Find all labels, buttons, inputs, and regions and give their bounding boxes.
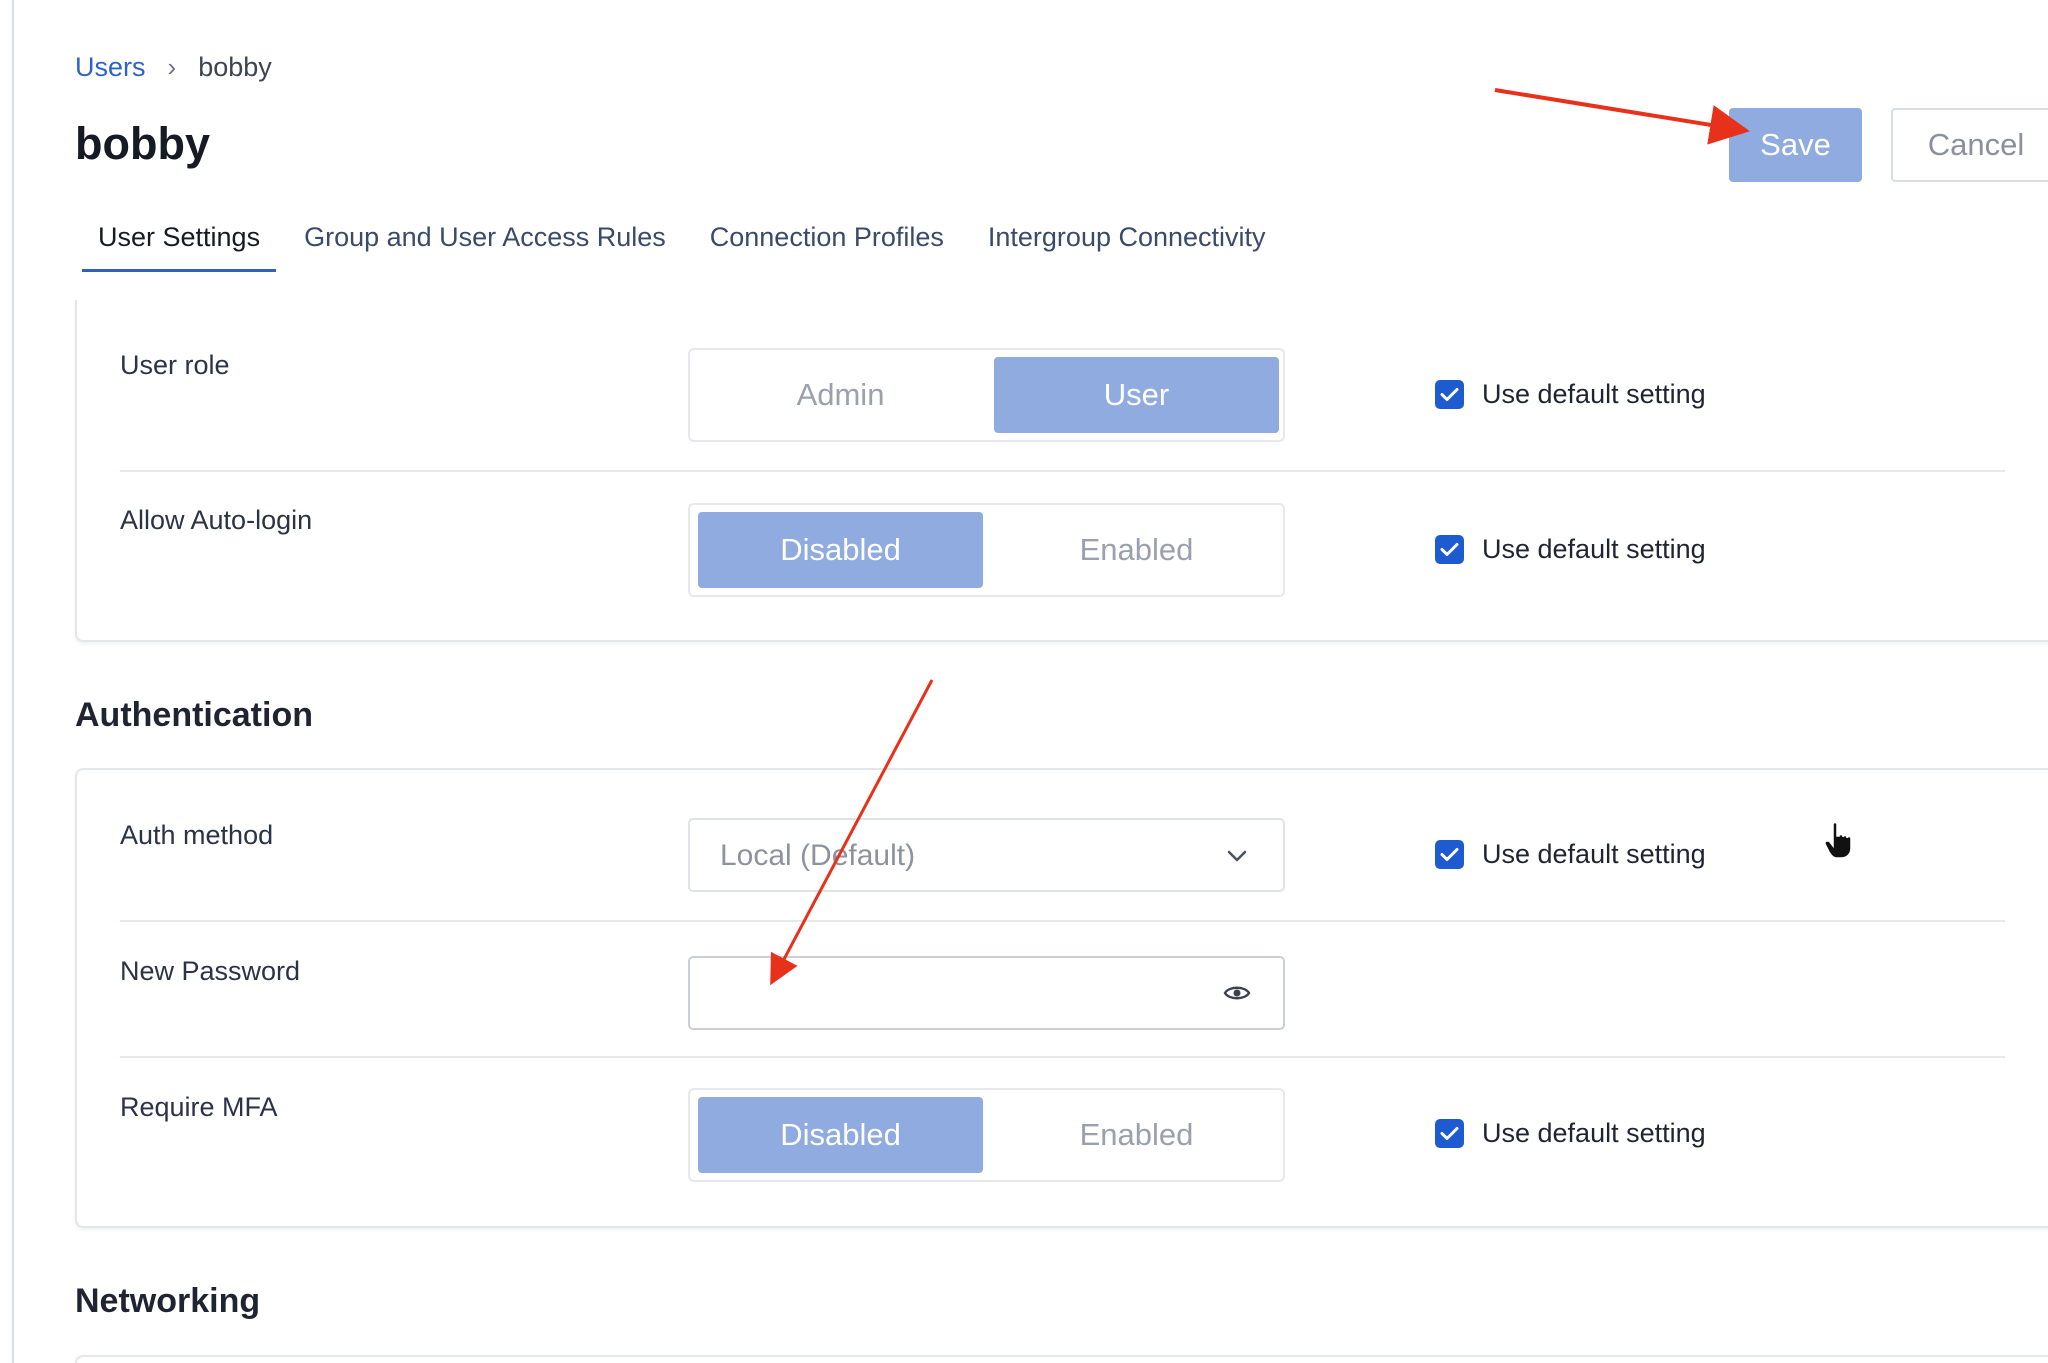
checkmark-icon <box>1435 840 1464 869</box>
auth-method-default-checkbox[interactable]: Use default setting <box>1435 839 1706 870</box>
row-divider <box>120 920 2005 922</box>
tab-bar: User Settings Group and User Access Rule… <box>82 222 1294 272</box>
networking-heading: Networking <box>75 1282 261 1320</box>
user-role-label: User role <box>120 350 230 380</box>
breadcrumb: Users › bobby <box>75 52 272 83</box>
chevron-down-icon <box>1225 844 1249 873</box>
auth-method-label: Auth method <box>120 820 274 850</box>
hand-cursor-icon <box>1824 821 1852 859</box>
user-role-user-option[interactable]: User <box>994 357 1279 433</box>
require-mfa-label: Require MFA <box>120 1092 278 1122</box>
use-default-label: Use default setting <box>1482 534 1706 564</box>
auto-login-enabled-option[interactable]: Enabled <box>994 512 1279 588</box>
cancel-button[interactable]: Cancel <box>1891 108 2048 182</box>
auto-login-default-checkbox[interactable]: Use default setting <box>1435 534 1706 565</box>
use-default-label: Use default setting <box>1482 379 1706 409</box>
checkmark-icon <box>1435 1119 1464 1148</box>
user-role-toggle: Admin User <box>688 348 1285 442</box>
tab-group-user-access-rules[interactable]: Group and User Access Rules <box>288 222 682 272</box>
breadcrumb-current: bobby <box>198 52 272 82</box>
use-default-label: Use default setting <box>1482 839 1706 869</box>
require-mfa-disabled-option[interactable]: Disabled <box>698 1097 983 1173</box>
authentication-heading: Authentication <box>75 696 313 734</box>
auth-method-select[interactable]: Local (Default) <box>688 818 1285 892</box>
auth-method-value: Local (Default) <box>720 839 916 872</box>
left-border <box>12 0 14 1363</box>
networking-card <box>75 1355 2048 1363</box>
require-mfa-enabled-option[interactable]: Enabled <box>994 1097 1279 1173</box>
tab-connection-profiles[interactable]: Connection Profiles <box>694 222 960 272</box>
chevron-right-icon: › <box>167 52 177 82</box>
auto-login-toggle: Disabled Enabled <box>688 503 1285 597</box>
user-role-default-checkbox[interactable]: Use default setting <box>1435 379 1706 410</box>
require-mfa-toggle: Disabled Enabled <box>688 1088 1285 1182</box>
checkmark-icon <box>1435 380 1464 409</box>
auto-login-label: Allow Auto-login <box>120 505 313 535</box>
require-mfa-default-checkbox[interactable]: Use default setting <box>1435 1118 1706 1149</box>
tab-intergroup-connectivity[interactable]: Intergroup Connectivity <box>972 222 1282 272</box>
arrow-to-save <box>1494 88 1750 145</box>
tab-user-settings[interactable]: User Settings <box>82 222 277 272</box>
new-password-field[interactable] <box>688 956 1285 1030</box>
new-password-input[interactable] <box>704 968 1204 1020</box>
checkmark-icon <box>1435 535 1464 564</box>
use-default-label: Use default setting <box>1482 1118 1706 1148</box>
row-divider <box>120 470 2005 472</box>
eye-icon[interactable] <box>1223 982 1251 1009</box>
new-password-label: New Password <box>120 956 301 986</box>
row-divider <box>120 1056 2005 1058</box>
user-role-admin-option[interactable]: Admin <box>698 357 983 433</box>
save-button[interactable]: Save <box>1729 108 1862 182</box>
auto-login-disabled-option[interactable]: Disabled <box>698 512 983 588</box>
page-title: bobby <box>75 118 210 169</box>
breadcrumb-users-link[interactable]: Users <box>75 52 146 83</box>
